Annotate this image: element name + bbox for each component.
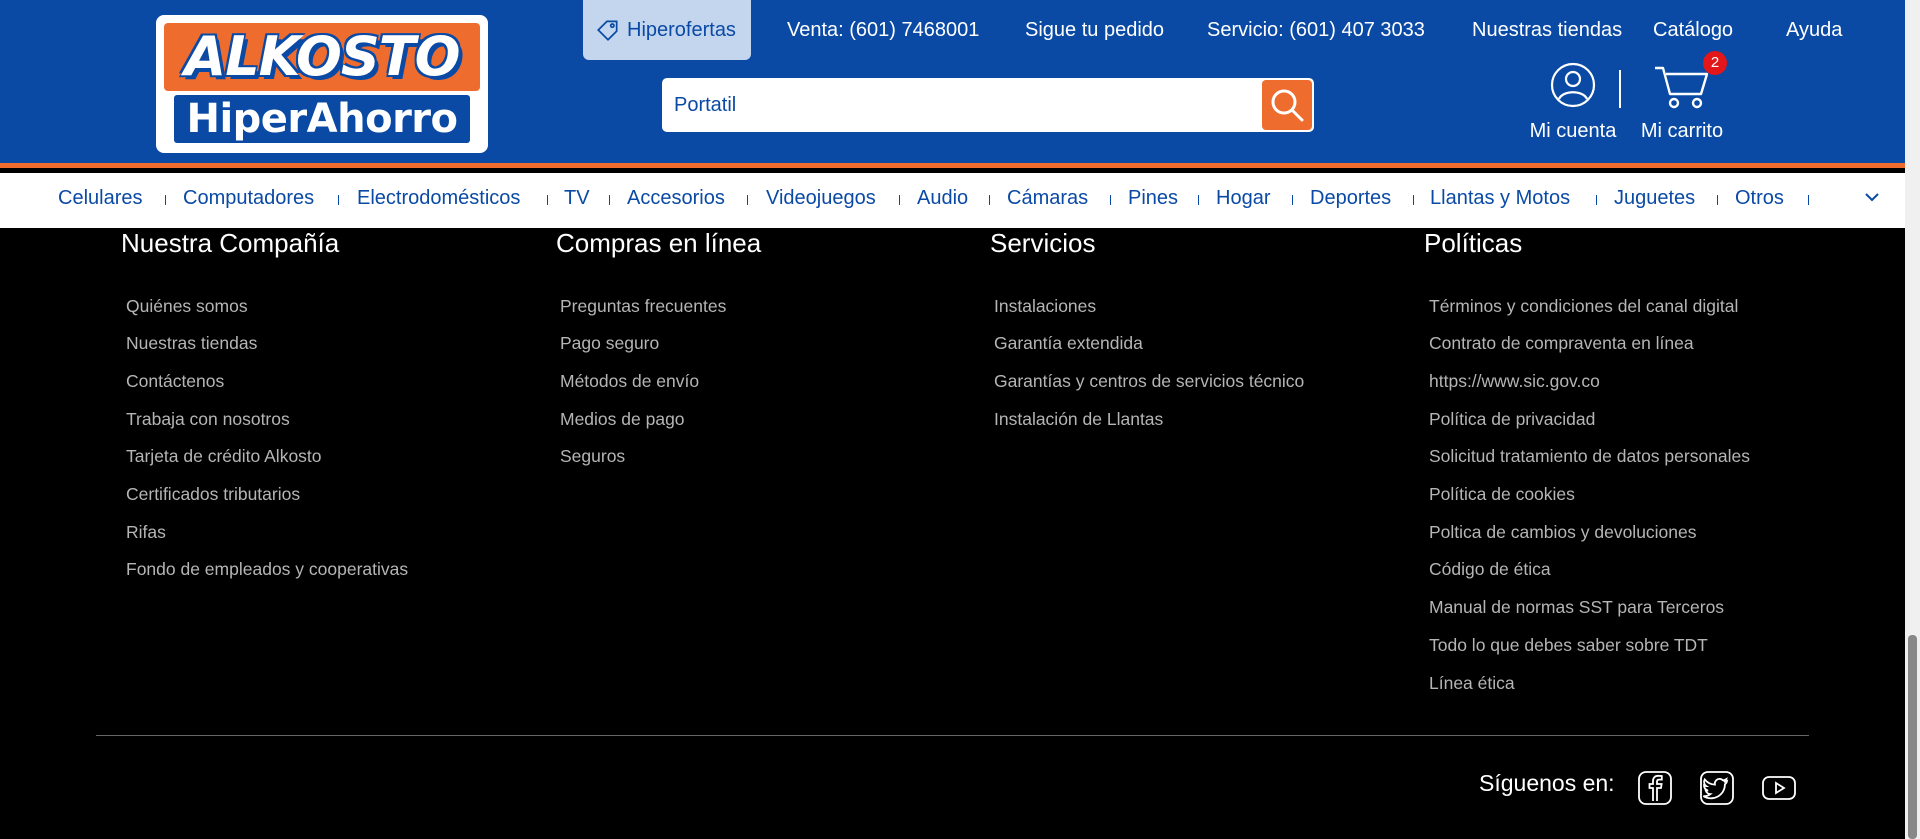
footer-link[interactable]: Nuestras tiendas (126, 333, 257, 354)
category-separator (1413, 195, 1414, 205)
footer-link[interactable]: Garantías y centros de servicios técnico (994, 371, 1304, 392)
chevron-down-icon[interactable] (1862, 187, 1882, 207)
category-electrodomesticos[interactable]: Electrodomésticos (357, 173, 520, 228)
footer-link[interactable]: Términos y condiciones del canal digital (1429, 296, 1738, 317)
footer-title-compras: Compras en línea (556, 228, 762, 258)
category-celulares[interactable]: Celulares (58, 173, 142, 228)
footer-link[interactable]: Poltica de cambios y devoluciones (1429, 522, 1697, 543)
facebook-icon[interactable] (1637, 770, 1673, 806)
footer-link[interactable]: Preguntas frecuentes (560, 296, 726, 317)
footer-title-compania: Nuestra Compañía (121, 228, 340, 258)
logo-bottom: HiperAhorro (174, 95, 470, 143)
category-deportes[interactable]: Deportes (1310, 173, 1391, 228)
footer-link[interactable]: Seguros (560, 446, 625, 467)
category-separator (1717, 195, 1718, 205)
stores-link[interactable]: Nuestras tiendas (1472, 0, 1622, 60)
category-separator (1198, 195, 1199, 205)
category-separator (989, 195, 990, 205)
footer-link[interactable]: Trabaja con nosotros (126, 409, 290, 430)
footer-link[interactable]: Tarjeta de crédito Alkosto (126, 446, 322, 467)
category-videojuegos[interactable]: Videojuegos (766, 173, 876, 228)
footer-title-politicas: Políticas (1424, 228, 1523, 258)
category-audio[interactable]: Audio (917, 173, 968, 228)
category-separator (609, 195, 610, 205)
hiperofertas-button[interactable]: Hiperofertas (583, 0, 751, 60)
category-separator (1808, 195, 1809, 205)
footer-link[interactable]: Pago seguro (560, 333, 659, 354)
search-input[interactable] (662, 78, 1262, 132)
footer-link[interactable]: Manual de normas SST para Terceros (1429, 597, 1724, 618)
footer-link[interactable]: Rifas (126, 522, 166, 543)
logo-top: ALKOSTO (164, 23, 480, 91)
footer-link[interactable]: https://www.sic.gov.co (1429, 371, 1600, 392)
footer-link[interactable]: Medios de pago (560, 409, 685, 430)
site-header: ALKOSTO HiperAhorro Hiperofertas Venta: … (0, 0, 1905, 168)
category-tv[interactable]: TV (564, 173, 590, 228)
category-computadores[interactable]: Computadores (183, 173, 314, 228)
sales-phone-link[interactable]: Venta: (601) 7468001 (787, 0, 979, 60)
footer-link[interactable]: Política de cookies (1429, 484, 1575, 505)
tag-icon (597, 20, 618, 41)
catalog-link[interactable]: Catálogo (1653, 0, 1733, 60)
my-cart-label: Mi carrito (1640, 120, 1724, 142)
footer-link[interactable]: Métodos de envío (560, 371, 699, 392)
footer-link[interactable]: Código de ética (1429, 559, 1551, 580)
footer-link[interactable]: Garantía extendida (994, 333, 1143, 354)
category-separator (1110, 195, 1111, 205)
category-separator (165, 195, 166, 205)
track-order-link[interactable]: Sigue tu pedido (1025, 0, 1164, 60)
scrollbar-thumb[interactable] (1908, 635, 1917, 839)
twitter-icon[interactable] (1699, 770, 1735, 806)
search-bar (662, 78, 1314, 132)
help-link[interactable]: Ayuda (1786, 0, 1842, 60)
category-nav: Celulares Computadores Electrodomésticos… (0, 173, 1905, 228)
hiperofertas-label: Hiperofertas (627, 19, 736, 41)
category-otros[interactable]: Otros (1735, 173, 1784, 228)
search-button[interactable] (1262, 80, 1312, 130)
footer-link[interactable]: Certificados tributarios (126, 484, 300, 505)
footer-link[interactable]: Política de privacidad (1429, 409, 1595, 430)
follow-us-label: Síguenos en: (1479, 770, 1615, 796)
service-phone-link[interactable]: Servicio: (601) 407 3033 (1207, 0, 1425, 60)
search-icon (1271, 89, 1304, 122)
category-separator (338, 195, 339, 205)
category-separator (899, 195, 900, 205)
header-divider (1619, 70, 1621, 108)
footer-divider (96, 735, 1809, 736)
category-accesorios[interactable]: Accesorios (627, 173, 725, 228)
my-account-label: Mi cuenta (1529, 120, 1617, 142)
category-juguetes[interactable]: Juguetes (1614, 173, 1695, 228)
footer-link[interactable]: Instalación de Llantas (994, 409, 1163, 430)
category-pines[interactable]: Pines (1128, 173, 1178, 228)
cart-count-badge: 2 (1703, 51, 1727, 75)
category-separator (547, 195, 548, 205)
youtube-icon[interactable] (1761, 770, 1797, 806)
footer-link[interactable]: Todo lo que debes saber sobre TDT (1429, 635, 1708, 656)
category-separator (1596, 195, 1597, 205)
footer-link[interactable]: Instalaciones (994, 296, 1096, 317)
user-icon (1550, 62, 1596, 108)
footer-link[interactable]: Contáctenos (126, 371, 224, 392)
category-hogar[interactable]: Hogar (1216, 173, 1270, 228)
alkosto-logo[interactable]: ALKOSTO HiperAhorro (156, 15, 488, 153)
footer-link[interactable]: Contrato de compraventa en línea (1429, 333, 1694, 354)
category-separator (747, 195, 748, 205)
cart-icon (1655, 66, 1709, 109)
category-camaras[interactable]: Cámaras (1007, 173, 1088, 228)
footer-link[interactable]: Fondo de empleados y cooperativas (126, 559, 408, 580)
footer-link[interactable]: Línea ética (1429, 673, 1515, 694)
category-llantas-motos[interactable]: Llantas y Motos (1430, 173, 1570, 228)
footer-link[interactable]: Solicitud tratamiento de datos personale… (1429, 446, 1750, 467)
footer-title-servicios: Servicios (990, 228, 1096, 258)
footer-link[interactable]: Quiénes somos (126, 296, 248, 317)
category-separator (1292, 195, 1293, 205)
